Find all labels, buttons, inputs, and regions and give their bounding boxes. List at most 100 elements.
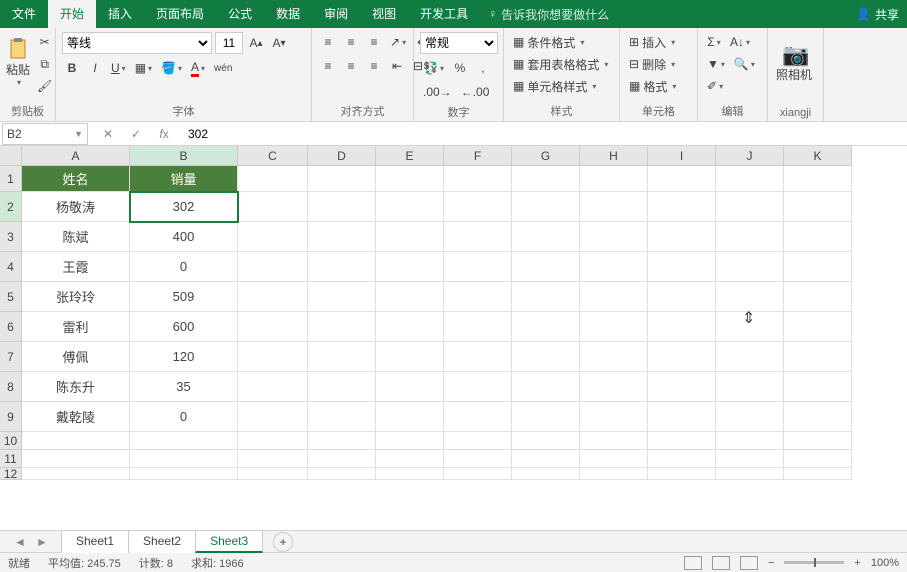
column-header-E[interactable]: E: [376, 146, 444, 166]
cell-H3[interactable]: [580, 222, 648, 252]
cell-F10[interactable]: [444, 432, 512, 450]
cell-G7[interactable]: [512, 342, 580, 372]
cell-C6[interactable]: [238, 312, 308, 342]
cell-I1[interactable]: [648, 166, 716, 192]
cell-A7[interactable]: 傅佩: [22, 342, 130, 372]
cell-B7[interactable]: 120: [130, 342, 238, 372]
cell-K9[interactable]: [784, 402, 852, 432]
cell-H7[interactable]: [580, 342, 648, 372]
cell-C2[interactable]: [238, 192, 308, 222]
cell-J7[interactable]: [716, 342, 784, 372]
cell-H2[interactable]: [580, 192, 648, 222]
cell-E10[interactable]: [376, 432, 444, 450]
share-button[interactable]: 👤 共享: [856, 6, 899, 23]
cell-D2[interactable]: [308, 192, 376, 222]
cell-J3[interactable]: [716, 222, 784, 252]
row-header-1[interactable]: 1: [0, 166, 22, 192]
column-header-K[interactable]: K: [784, 146, 852, 166]
sheet-nav-next[interactable]: ►: [32, 532, 52, 552]
cell-E11[interactable]: [376, 450, 444, 468]
column-header-G[interactable]: G: [512, 146, 580, 166]
cell-I7[interactable]: [648, 342, 716, 372]
column-header-A[interactable]: A: [22, 146, 130, 166]
cell-D10[interactable]: [308, 432, 376, 450]
decrease-decimal-button[interactable]: ←.00: [458, 82, 493, 102]
cell-I5[interactable]: [648, 282, 716, 312]
name-box[interactable]: B2 ▼: [2, 123, 88, 145]
cell-D12[interactable]: [308, 468, 376, 480]
cell-I10[interactable]: [648, 432, 716, 450]
orientation-button[interactable]: ↗: [387, 32, 409, 52]
cell-C4[interactable]: [238, 252, 308, 282]
find-select-button[interactable]: 🔍: [731, 54, 758, 74]
cell-B6[interactable]: 600: [130, 312, 238, 342]
row-header-10[interactable]: 10: [0, 432, 22, 450]
zoom-in-button[interactable]: +: [854, 557, 860, 569]
cell-D7[interactable]: [308, 342, 376, 372]
cell-A12[interactable]: [22, 468, 130, 480]
cell-C10[interactable]: [238, 432, 308, 450]
cell-D8[interactable]: [308, 372, 376, 402]
cell-K3[interactable]: [784, 222, 852, 252]
tab-file[interactable]: 文件: [0, 0, 48, 28]
cell-D9[interactable]: [308, 402, 376, 432]
cell-I9[interactable]: [648, 402, 716, 432]
row-header-6[interactable]: 6: [0, 312, 22, 342]
cell-J8[interactable]: [716, 372, 784, 402]
cell-G1[interactable]: [512, 166, 580, 192]
cell-H6[interactable]: [580, 312, 648, 342]
cell-H9[interactable]: [580, 402, 648, 432]
align-right-button[interactable]: ≡: [364, 56, 384, 76]
cell-J2[interactable]: [716, 192, 784, 222]
cell-E4[interactable]: [376, 252, 444, 282]
cell-F11[interactable]: [444, 450, 512, 468]
cell-K2[interactable]: [784, 192, 852, 222]
cell-E3[interactable]: [376, 222, 444, 252]
cell-G5[interactable]: [512, 282, 580, 312]
sheet-tab-sheet3[interactable]: Sheet3: [195, 530, 263, 553]
sort-filter-button[interactable]: A↓: [727, 32, 753, 52]
view-page-layout-button[interactable]: [712, 556, 730, 570]
tab-page-layout[interactable]: 页面布局: [144, 0, 216, 28]
cell-D11[interactable]: [308, 450, 376, 468]
insert-function-button[interactable]: fx: [154, 124, 174, 144]
decrease-indent-button[interactable]: ⇤: [387, 56, 407, 76]
insert-cells-button[interactable]: ⊞插入: [626, 32, 691, 52]
format-painter-button[interactable]: 🖌: [34, 76, 55, 96]
increase-decimal-button[interactable]: .00→: [420, 82, 455, 102]
cell-F2[interactable]: [444, 192, 512, 222]
cell-K8[interactable]: [784, 372, 852, 402]
tab-formulas[interactable]: 公式: [216, 0, 264, 28]
column-header-C[interactable]: C: [238, 146, 308, 166]
zoom-level[interactable]: 100%: [871, 557, 899, 569]
cell-H8[interactable]: [580, 372, 648, 402]
cell-D3[interactable]: [308, 222, 376, 252]
conditional-formatting-button[interactable]: ▦条件格式: [510, 32, 613, 52]
zoom-slider[interactable]: [784, 561, 844, 564]
cell-E6[interactable]: [376, 312, 444, 342]
border-button[interactable]: ▦: [132, 58, 155, 78]
decrease-font-button[interactable]: A▾: [269, 33, 289, 53]
cell-G3[interactable]: [512, 222, 580, 252]
cell-G4[interactable]: [512, 252, 580, 282]
cell-G8[interactable]: [512, 372, 580, 402]
cell-H10[interactable]: [580, 432, 648, 450]
column-header-J[interactable]: J: [716, 146, 784, 166]
cell-K4[interactable]: [784, 252, 852, 282]
cell-B12[interactable]: [130, 468, 238, 480]
cell-I6[interactable]: [648, 312, 716, 342]
cell-A8[interactable]: 陈东升: [22, 372, 130, 402]
cell-I11[interactable]: [648, 450, 716, 468]
view-page-break-button[interactable]: [740, 556, 758, 570]
cell-C3[interactable]: [238, 222, 308, 252]
cell-H11[interactable]: [580, 450, 648, 468]
increase-font-button[interactable]: A▴: [246, 33, 266, 53]
zoom-out-button[interactable]: −: [768, 557, 774, 569]
cell-H1[interactable]: [580, 166, 648, 192]
cell-G12[interactable]: [512, 468, 580, 480]
align-left-button[interactable]: ≡: [318, 56, 338, 76]
cell-B4[interactable]: 0: [130, 252, 238, 282]
tell-me-search[interactable]: ♀ 告诉我你想要做什么: [488, 6, 609, 23]
align-middle-button[interactable]: ≡: [341, 32, 361, 52]
bold-button[interactable]: B: [62, 58, 82, 78]
